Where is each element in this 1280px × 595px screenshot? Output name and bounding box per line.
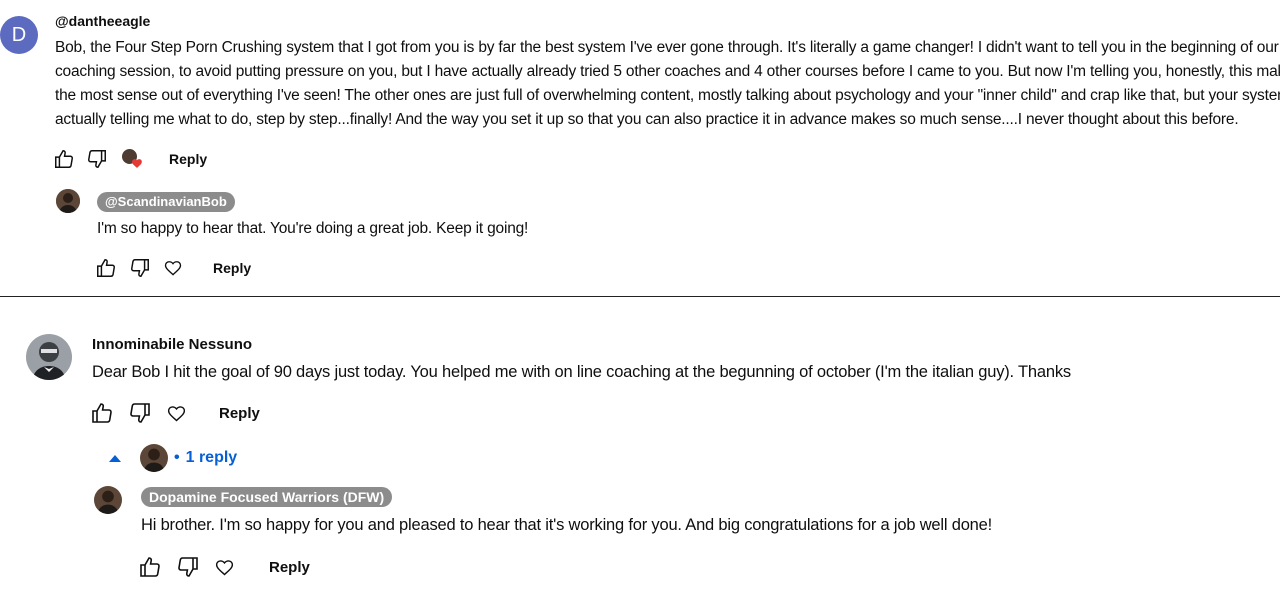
dislike-icon[interactable] [128,401,152,425]
heart-icon[interactable] [166,403,187,424]
like-icon[interactable] [95,257,117,279]
comment-actions: Reply [53,147,207,171]
comment-text: Dear Bob I hit the goal of 90 days just … [92,363,1071,381]
comment-text-line: actually telling me what to do, step by … [55,111,1239,128]
comment-text: Bob, the Four Step Porn Crushing system … [55,36,1280,132]
comment-text-line: Bob, the Four Step Porn Crushing system … [55,39,1280,56]
divider [0,296,1280,297]
reply-text: Hi brother. I'm so happy for you and ple… [141,516,993,534]
like-icon[interactable] [138,555,162,579]
dislike-icon[interactable] [86,148,108,170]
avatar [140,444,168,472]
heart-icon[interactable] [163,258,183,278]
comment-author[interactable]: Innominabile Nessuno [92,336,252,353]
comment-author[interactable]: @dantheeagle [55,13,150,29]
chevron-up-icon [108,453,122,463]
reply-actions: Reply [138,555,310,579]
reply-button[interactable]: Reply [219,405,260,422]
like-icon[interactable] [90,401,114,425]
comment-text-line: coaching session, to avoid putting press… [55,63,1280,80]
author-badge[interactable]: @ScandinavianBob [97,192,235,212]
avatar-letter: D [11,23,27,46]
reply-button[interactable]: Reply [213,260,251,276]
replies-toggle[interactable]: • 1 reply [108,443,237,473]
reply-button[interactable]: Reply [269,559,310,576]
dislike-icon[interactable] [176,555,200,579]
avatar[interactable]: D [0,16,38,54]
avatar[interactable] [26,334,72,380]
replies-count: 1 reply [185,449,238,466]
avatar[interactable] [56,189,80,213]
comment-actions: Reply [90,401,260,425]
like-icon[interactable] [53,148,75,170]
reply-actions: Reply [95,256,251,280]
creator-heart-icon[interactable] [122,148,144,170]
author-badge[interactable]: Dopamine Focused Warriors (DFW) [141,487,393,507]
reply-button[interactable]: Reply [169,151,207,167]
comment-text-line: the most sense out of everything I've se… [55,87,1280,104]
avatar[interactable] [94,486,122,514]
replies-separator: • [174,449,180,466]
reply-text: I'm so happy to hear that. You're doing … [97,220,529,237]
heart-icon[interactable] [214,557,235,578]
dislike-icon[interactable] [129,257,151,279]
